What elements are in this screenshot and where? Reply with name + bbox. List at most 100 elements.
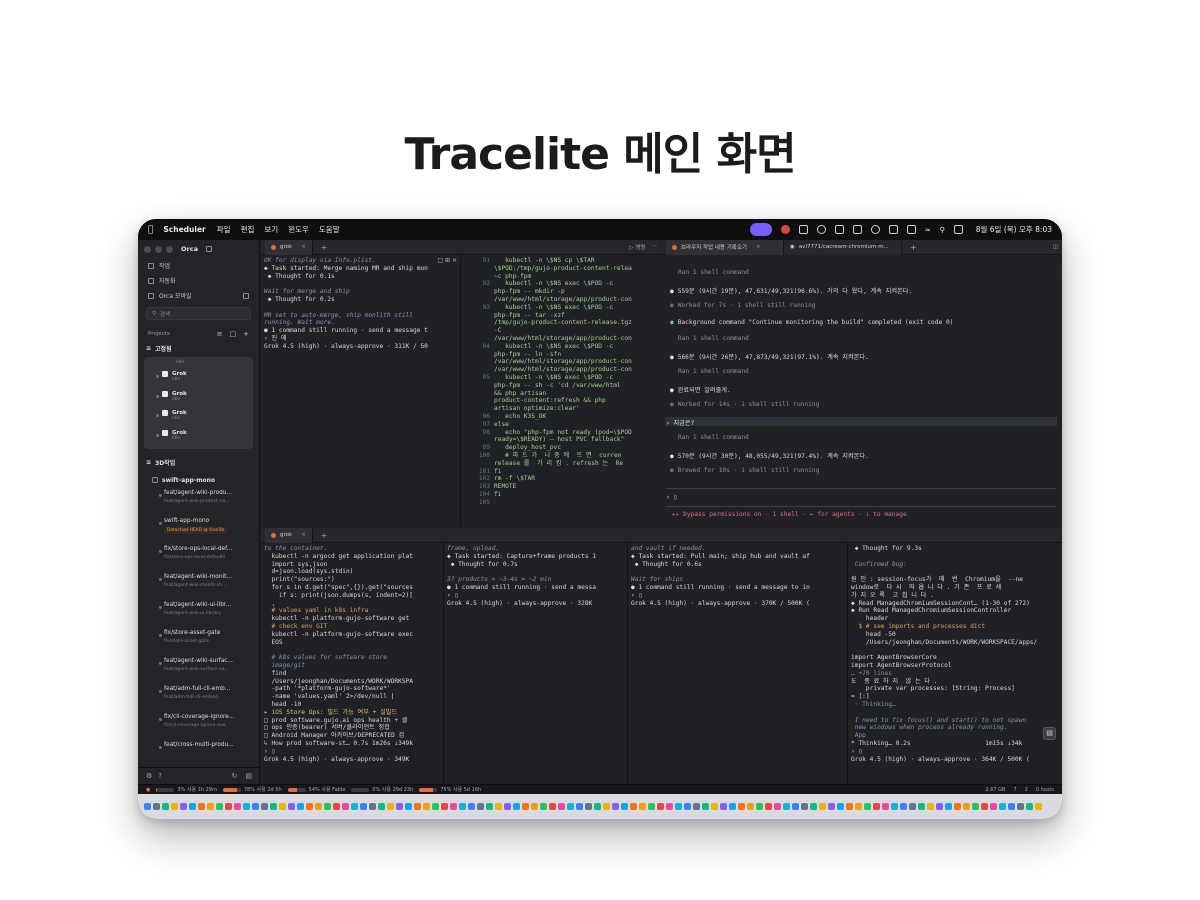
settings-icon[interactable]: ⚙ — [146, 772, 152, 780]
dock-app-icon[interactable] — [504, 803, 511, 810]
tab-browser-log[interactable]: 브라우저 작업 내용 기록오기 × — [666, 239, 784, 255]
dock-app-icon[interactable] — [576, 803, 583, 810]
dock-app-icon[interactable] — [180, 803, 187, 810]
dock-app-icon[interactable] — [846, 803, 853, 810]
floating-panel-button[interactable]: ▤ — [1043, 727, 1056, 740]
zoom-window-button[interactable] — [166, 245, 173, 253]
terminal-output[interactable]: OK for display via Info.plist. ◆ Task sta… — [261, 255, 460, 353]
dock-app-icon[interactable] — [297, 803, 304, 810]
dock-app-icon[interactable] — [261, 803, 268, 810]
dock-app-icon[interactable] — [207, 803, 214, 810]
sidebar-item-automation[interactable]: 자동화 — [138, 273, 259, 288]
dock-app-icon[interactable] — [594, 803, 601, 810]
dock-app-icon[interactable] — [198, 803, 205, 810]
dock-app-icon[interactable] — [279, 803, 286, 810]
menubar-app-name[interactable]: Scheduler — [163, 225, 205, 234]
dock-app-icon[interactable] — [801, 803, 808, 810]
dock-app-icon[interactable] — [1008, 803, 1015, 810]
dock-app-icon[interactable] — [891, 803, 898, 810]
app-status-icon[interactable] — [798, 225, 808, 234]
dock-app-icon[interactable] — [675, 803, 682, 810]
dock-app-icon[interactable] — [621, 803, 628, 810]
dock-app-icon[interactable] — [369, 803, 376, 810]
pinned-group[interactable]: ≡ 고정됨 — [138, 341, 259, 355]
dock-app-icon[interactable] — [522, 803, 529, 810]
dock-app-icon[interactable] — [360, 803, 367, 810]
sidebar-item-tasks[interactable]: 작업 — [138, 258, 259, 273]
dock-app-icon[interactable] — [603, 803, 610, 810]
terminal-output[interactable]: ◆ Thought for 9.3s Confirmed bug: 원 인 : … — [848, 543, 1062, 765]
minimize-window-button[interactable] — [155, 245, 162, 253]
new-tab-button[interactable]: + — [321, 531, 328, 540]
dock-app-icon[interactable] — [342, 803, 349, 810]
close-window-button[interactable] — [144, 245, 151, 253]
list-item[interactable]: Grok Idle — [144, 388, 253, 408]
help-icon[interactable]: ? — [158, 772, 162, 780]
dock-app-icon[interactable] — [216, 803, 223, 810]
dock-app-icon[interactable] — [1026, 803, 1033, 810]
window-icon[interactable] — [834, 225, 844, 234]
dock-app-icon[interactable] — [999, 803, 1006, 810]
prompt-input[interactable]: › ▯ — [666, 494, 677, 501]
dock-app-icon[interactable] — [963, 803, 970, 810]
dock-app-icon[interactable] — [648, 803, 655, 810]
list-item[interactable]: Grok Idle — [144, 407, 253, 427]
layers-icon[interactable] — [852, 225, 862, 234]
agent-transcript[interactable]: Ran 1 shell command 559분 (9시간 19분), 47,63… — [662, 255, 1062, 527]
dock-app-icon[interactable] — [639, 803, 646, 810]
dock-app-icon[interactable] — [252, 803, 259, 810]
group-3d[interactable]: ≡ 3D작업 — [138, 455, 259, 469]
dock-app-icon[interactable] — [954, 803, 961, 810]
battery-icon[interactable] — [906, 225, 916, 234]
sidebar-item-mobile[interactable]: Orca 모바일 — [138, 288, 259, 303]
tab-grok[interactable]: grok × — [265, 239, 313, 255]
split-view-icon[interactable]: ◫ — [1053, 244, 1058, 250]
dock-app-icon[interactable] — [333, 803, 340, 810]
dock-app-icon[interactable] — [774, 803, 781, 810]
menu-view[interactable]: 보기 — [264, 224, 278, 235]
code-output[interactable]: 91 kubectl -n \$NS cp \$TAR \$POD:/tmp/gu… — [461, 255, 661, 509]
dock-app-icon[interactable] — [441, 803, 448, 810]
dock-app-icon[interactable] — [531, 803, 538, 810]
folder-icon[interactable]: □ — [230, 330, 237, 338]
worktree-item[interactable]: feat/adm-full-cli-emb... feat/adm-full-cl… — [138, 683, 259, 711]
tab-github[interactable]: ◉ avl7771/cacream-chromium-m... — [784, 239, 902, 255]
dock-app-icon[interactable] — [288, 803, 295, 810]
terminal-column[interactable]: ◆ Thought for 9.3s Confirmed bug: 원 인 : … — [848, 543, 1062, 784]
sync-icon[interactable]: ↻ — [232, 772, 238, 780]
hide-icon[interactable] — [243, 292, 249, 299]
dock-app-icon[interactable] — [765, 803, 772, 810]
dock-app-icon[interactable] — [144, 803, 151, 810]
dock-app-icon[interactable] — [432, 803, 439, 810]
worktree-item[interactable]: swift-app-mono Detached HEAD @ fcee5b — [138, 515, 259, 543]
dock-app-icon[interactable] — [585, 803, 592, 810]
dock-app-icon[interactable] — [738, 803, 745, 810]
dock-app-icon[interactable] — [783, 803, 790, 810]
user-icon[interactable] — [870, 225, 880, 234]
dock-app-icon[interactable] — [729, 803, 736, 810]
dock-app-icon[interactable] — [495, 803, 502, 810]
terminal-column[interactable]: OK for display via Info.plist. ◆ Task sta… — [261, 255, 461, 527]
accessibility-icon[interactable] — [816, 225, 826, 234]
dock-app-icon[interactable] — [702, 803, 709, 810]
dock-app-icon[interactable] — [396, 803, 403, 810]
dock-app-icon[interactable] — [972, 803, 979, 810]
worktree-item[interactable]: feat/agent-wiki-produ... feat/agent-wiki-… — [138, 487, 259, 515]
dock-app-icon[interactable] — [855, 803, 862, 810]
terminal-column[interactable]: to the container. kubectl -n argocd get … — [261, 543, 444, 784]
dock-app-icon[interactable] — [990, 803, 997, 810]
dock-app-icon[interactable] — [864, 803, 871, 810]
new-tab-button[interactable]: + — [321, 243, 328, 252]
dock-app-icon[interactable] — [1035, 803, 1042, 810]
run-button[interactable]: ▷ 영령 — [629, 243, 645, 251]
code-column[interactable]: 91 kubectl -n \$NS cp \$TAR \$POD:/tmp/gu… — [461, 255, 661, 527]
dock-app-icon[interactable] — [945, 803, 952, 810]
dock-app-icon[interactable] — [234, 803, 241, 810]
dock-app-icon[interactable] — [567, 803, 574, 810]
dock-app-icon[interactable] — [819, 803, 826, 810]
dock-app-icon[interactable] — [306, 803, 313, 810]
apple-icon[interactable]:  — [148, 225, 153, 235]
list-item[interactable]: Grok Idle — [144, 368, 253, 388]
dock-app-icon[interactable] — [315, 803, 322, 810]
dock-app-icon[interactable] — [828, 803, 835, 810]
